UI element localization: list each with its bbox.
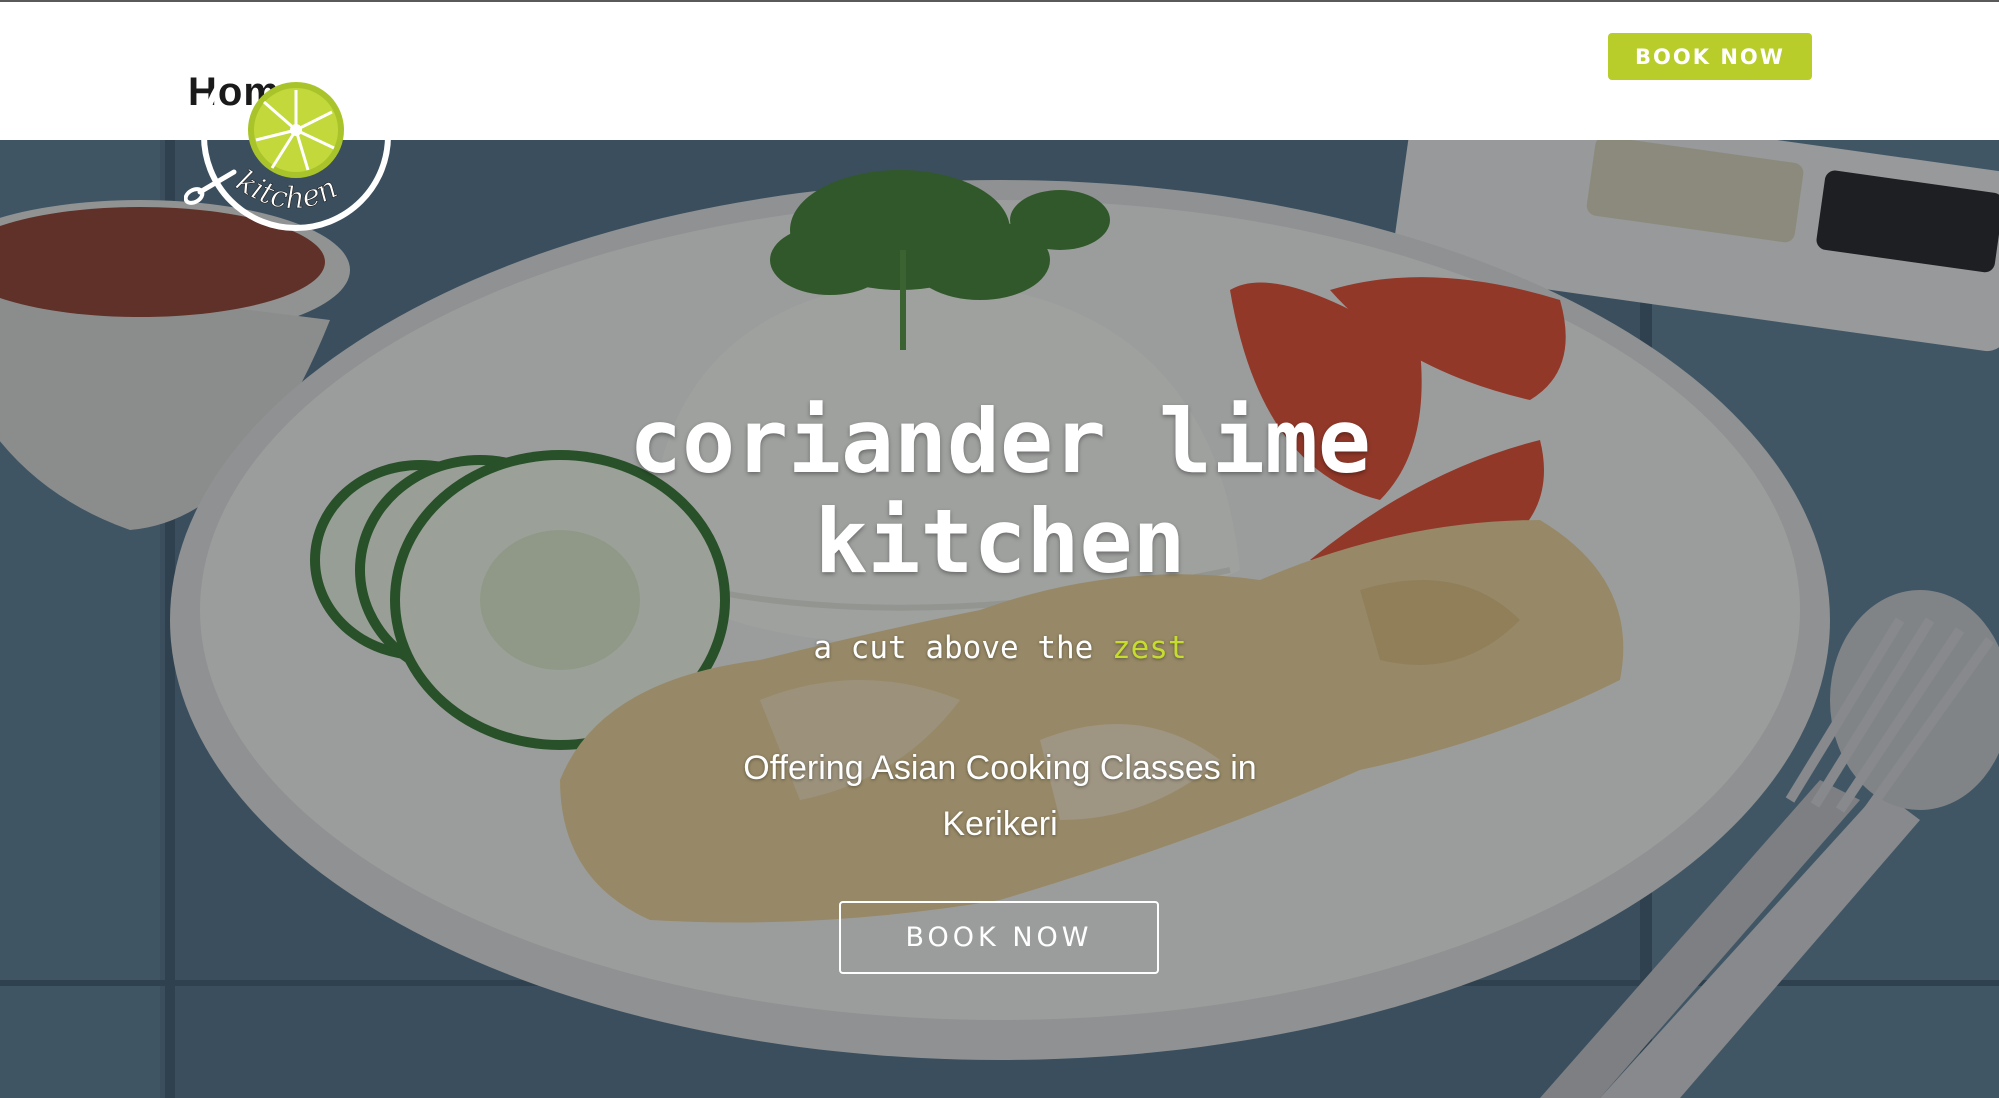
hero-title: coriander lime kitchen bbox=[500, 392, 1500, 592]
hero-section: coriander lime kitchen a cut above the z… bbox=[0, 140, 1999, 1098]
hero-book-now-button[interactable]: BOOK NOW bbox=[839, 901, 1159, 974]
hero-title-line2: kitchen bbox=[814, 490, 1186, 593]
subtitle-line2: Kerikeri bbox=[942, 805, 1058, 843]
tagline-accent: zest bbox=[1111, 630, 1187, 666]
site-logo[interactable]: kitchen bbox=[184, 74, 400, 234]
subtitle-line1: Offering Asian Cooking Classes in bbox=[743, 749, 1257, 787]
header-book-now-button[interactable]: BOOK NOW bbox=[1608, 33, 1812, 80]
lime-slice-icon bbox=[248, 82, 344, 178]
hero-tagline: a cut above the zest bbox=[600, 630, 1400, 666]
hero-title-line1: coriander lime bbox=[629, 390, 1371, 493]
hero-content: coriander lime kitchen a cut above the z… bbox=[0, 140, 1999, 1098]
tagline-text: a cut above the bbox=[813, 630, 1112, 666]
hero-subtitle: Offering Asian Cooking Classes in Kerike… bbox=[700, 740, 1300, 852]
page: Home BOOK NOW kitchen coriander lime kit… bbox=[0, 0, 1999, 1098]
